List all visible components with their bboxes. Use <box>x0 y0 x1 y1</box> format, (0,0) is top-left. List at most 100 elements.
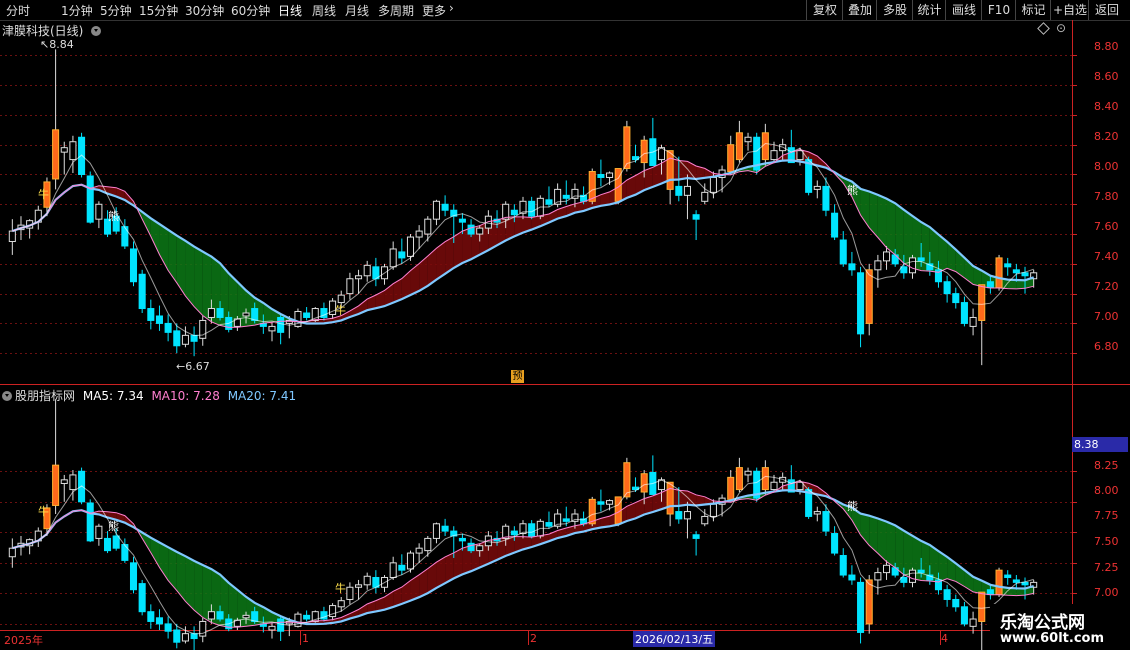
candle-body-up <box>883 564 891 574</box>
candle-body-up <box>337 600 345 608</box>
candle-body-up <box>406 236 415 257</box>
candle-body-down <box>597 173 605 178</box>
ma-band-fill <box>176 551 186 602</box>
candle-body-down <box>467 224 475 235</box>
y-tick-main: 8.20 <box>1094 130 1119 143</box>
stock-title: 津膜科技(日线) <box>2 24 84 38</box>
candle-body-up <box>242 614 250 619</box>
candle-body-up <box>181 633 189 642</box>
candle-body-down <box>467 542 475 552</box>
bull-signal-sub-1: 牛 <box>38 505 49 518</box>
candle-body-down <box>164 322 172 333</box>
collapse-icon[interactable]: ⊙ <box>1056 21 1066 35</box>
kline-chart[interactable] <box>0 0 1130 650</box>
candle-body-down <box>441 525 449 532</box>
ma20-value: MA20: 7.41 <box>227 389 297 403</box>
candle-body-up <box>363 264 371 277</box>
candle-body-up <box>588 171 596 202</box>
candle-body-down <box>441 203 449 211</box>
candle-body-up <box>476 545 484 552</box>
y-tick-sub: 7.75 <box>1094 509 1119 522</box>
candle-body-up <box>69 474 77 491</box>
candle-body-up <box>346 278 354 295</box>
watermark-logo: 乐淘公式网 www.60lt.com <box>990 604 1130 650</box>
dropdown-circle-icon[interactable] <box>91 26 102 36</box>
candle-body-up <box>683 511 691 520</box>
y-tick-main: 8.60 <box>1094 70 1119 83</box>
candle-body-down <box>1004 263 1012 268</box>
dropdown-circle-icon[interactable] <box>2 391 12 401</box>
candle-body-down <box>1004 574 1012 578</box>
ma-band-fill <box>194 560 203 618</box>
candle-body-down <box>129 562 138 591</box>
candle-body-up <box>969 316 977 327</box>
candle-body-up <box>865 269 873 324</box>
ma10-value: MA10: 7.28 <box>151 389 220 403</box>
candle-body-down <box>112 535 120 549</box>
candle-body-up <box>683 185 691 196</box>
candle-body-down <box>900 266 908 274</box>
candle-body-up <box>883 251 891 262</box>
candle-body-up <box>207 308 215 318</box>
candle-body-up <box>701 191 709 202</box>
crosshair-date-label: 2026/02/13/五 <box>633 631 716 647</box>
candle-body-down <box>277 316 285 333</box>
candle-body-up <box>242 312 250 317</box>
main-panel-title: 津膜科技(日线) <box>2 22 104 39</box>
candle-body-up <box>268 325 276 332</box>
y-tick-main: 7.40 <box>1094 250 1119 263</box>
candle-body-down <box>190 334 198 342</box>
candle-body-down <box>943 281 951 295</box>
y-tick-main: 6.80 <box>1094 340 1119 353</box>
bull-signal-2: 牛 <box>335 304 346 317</box>
candle-body-up <box>415 230 423 238</box>
candle-body-up <box>424 537 432 552</box>
candle-body-up <box>701 515 709 525</box>
candle-body-down <box>398 251 406 259</box>
candle-body-down <box>86 175 94 223</box>
sub-panel-title: 股朋指标网 MA5: 7.34 MA10: 7.28 MA20: 7.41 <box>2 387 296 404</box>
candle-body-down <box>216 308 224 318</box>
candle-body-down <box>510 209 518 216</box>
candle-body-down <box>458 218 466 223</box>
candle-body-down <box>1012 269 1020 274</box>
candle-body-down <box>173 330 181 347</box>
candle-body-down <box>562 518 570 522</box>
candle-body-up <box>908 569 917 583</box>
candle-body-up <box>415 547 423 554</box>
candle-body-down <box>173 629 181 643</box>
candle-body-down <box>562 194 570 199</box>
candle-body-down <box>164 623 172 632</box>
ma-band-fill <box>869 515 878 554</box>
candle-body-up <box>355 275 363 280</box>
y-tick-sub: 8.00 <box>1094 484 1119 497</box>
candle-body-down <box>675 511 683 520</box>
candle-body-down <box>121 544 129 561</box>
pre-signal-badge: 预 <box>511 370 524 383</box>
y-tick-sub: 7.00 <box>1094 586 1119 599</box>
candle-body-up <box>8 547 16 558</box>
y-tick-sub: 8.25 <box>1094 459 1119 472</box>
candle-body-up <box>588 498 596 525</box>
date-label-month: 4 <box>941 632 948 645</box>
candle-body-up <box>779 144 787 152</box>
bear-signal-1: 熊 <box>108 210 119 223</box>
candle-body-down <box>675 185 683 196</box>
candle-body-down <box>251 308 259 321</box>
candle-body-down <box>952 598 960 608</box>
candle-body-down <box>692 534 700 539</box>
candle-body-down <box>692 214 700 220</box>
candle-body-up <box>978 284 986 321</box>
candle-body-up <box>8 230 16 243</box>
candle-body-down <box>822 185 830 211</box>
candle-body-down <box>138 273 146 310</box>
candle-body-down <box>528 523 536 537</box>
candle-body-up <box>95 203 103 220</box>
candle-body-up <box>623 462 631 498</box>
candle-body-up <box>770 481 778 491</box>
candle-body-up <box>744 470 752 476</box>
candle-body-down <box>831 533 839 554</box>
ma-band-fill <box>168 229 177 283</box>
ma-band-fill <box>886 198 896 255</box>
ma-band-fill <box>168 547 177 591</box>
